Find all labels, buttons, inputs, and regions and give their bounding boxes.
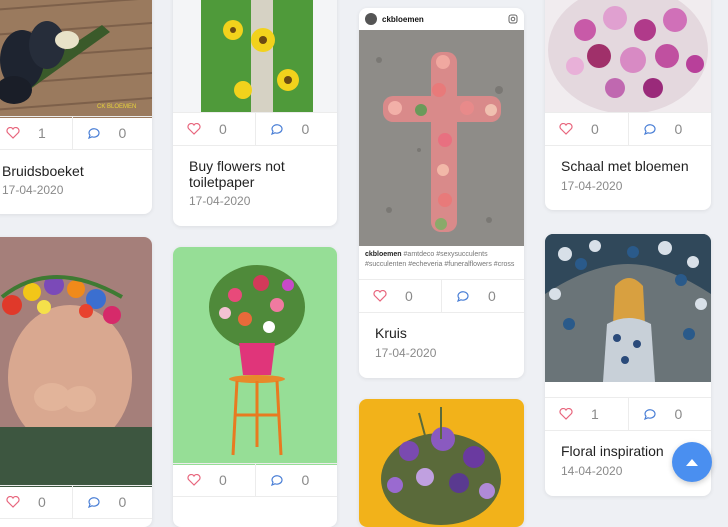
post-card-pink-pot[interactable]: 0 0 [173,247,337,527]
heart-icon [559,123,573,135]
post-image[interactable] [359,399,524,527]
post-date: 17-04-2020 [561,179,623,193]
post-card-schaal[interactable]: 0 0 Schaal met bloemen 17-04-2020 [545,0,711,210]
instagram-embed-header: ckbloemen [359,8,524,30]
like-button[interactable]: 0 [173,464,255,496]
like-count: 0 [405,288,413,304]
like-button[interactable]: 0 [359,280,441,312]
post-title[interactable]: Schaal met bloemen [561,158,689,174]
post-title[interactable]: Buy flowers not toiletpaper [189,158,319,190]
instagram-username[interactable]: ckbloemen [382,15,503,24]
like-count: 0 [591,121,599,137]
post-card-bruidsboeket[interactable]: CK BLOEMEN 1 0 Bruidsboeket 17-04-2020 [0,0,152,214]
post-image[interactable] [545,0,711,112]
comment-count: 0 [301,121,310,137]
like-button[interactable]: 0 [173,113,255,145]
comment-button[interactable]: 0 [441,280,524,312]
scroll-to-top-button[interactable] [672,442,712,482]
comment-icon [643,409,656,420]
comment-icon [457,291,469,302]
comment-button[interactable]: 0 [627,113,712,145]
like-button[interactable]: 0 [545,113,628,145]
heart-icon [373,290,387,302]
svg-text:CK BLOEMEN: CK BLOEMEN [97,104,136,110]
post-card-buy-flowers[interactable]: 0 0 Buy flowers not toiletpaper 17-04-20… [173,0,337,226]
post-date: 17-04-2020 [375,346,437,360]
heart-icon [187,123,201,135]
heart-icon [6,496,20,508]
post-image[interactable] [359,30,524,246]
comment-icon [87,128,100,139]
post-date: 17-04-2020 [2,183,64,197]
comment-button[interactable]: 0 [627,398,712,430]
comment-count: 0 [118,125,127,141]
like-button[interactable]: 1 [0,117,72,149]
comment-count: 0 [301,472,310,488]
post-card-purple-bouquet[interactable] [359,399,524,527]
post-card-kruis[interactable]: ckbloemen ckbloemen #amtdeco #sexysuccul… [359,8,524,378]
post-image[interactable] [173,0,337,113]
post-image[interactable] [0,237,152,487]
heart-icon [559,408,573,420]
comment-button[interactable]: 0 [71,486,153,518]
like-button[interactable]: 0 [0,486,72,518]
heart-icon [187,474,201,486]
like-count: 0 [38,494,46,510]
comment-count: 0 [674,406,683,422]
post-card-girl-crown[interactable]: 0 0 [0,237,152,527]
like-count: 1 [591,406,599,422]
like-button[interactable]: 1 [545,398,628,430]
comment-button[interactable]: 0 [71,117,153,149]
post-date: 14-04-2020 [561,464,623,478]
comment-icon [270,475,283,486]
post-image[interactable] [173,247,337,465]
like-count: 1 [38,125,46,141]
post-title[interactable]: Floral inspiration [561,443,664,459]
arrow-up-icon [686,459,698,466]
avatar [365,13,377,25]
instagram-caption: ckbloemen #amtdeco #sexysucculents #succ… [365,251,515,268]
comment-count: 0 [488,288,496,304]
heart-icon [6,127,20,139]
comment-icon [87,497,100,508]
comment-button[interactable]: 0 [254,464,338,496]
comment-icon [270,124,283,135]
comment-button[interactable]: 0 [254,113,338,145]
like-count: 0 [219,472,227,488]
comment-icon [643,124,656,135]
post-title[interactable]: Bruidsboeket [2,163,84,179]
comment-count: 0 [118,494,127,510]
instagram-icon [508,14,518,24]
post-title[interactable]: Kruis [375,325,407,341]
post-image[interactable]: CK BLOEMEN [0,0,152,118]
post-date: 17-04-2020 [189,194,251,208]
like-count: 0 [219,121,227,137]
comment-count: 0 [674,121,683,137]
post-image[interactable] [545,234,711,382]
